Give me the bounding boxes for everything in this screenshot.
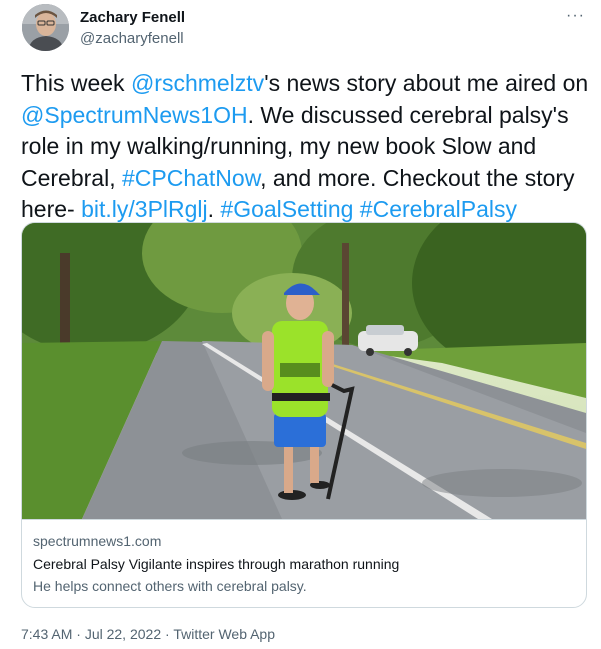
tweet-text-segment: This week bbox=[21, 70, 131, 96]
tweet-text-segment: . bbox=[207, 196, 221, 222]
tweet-source[interactable]: Twitter Web App bbox=[173, 626, 275, 642]
card-divider bbox=[22, 519, 586, 520]
tweet-text-segment: 's news story about me aired on bbox=[264, 70, 595, 96]
card-image[interactable] bbox=[22, 223, 586, 519]
meta-separator: · bbox=[72, 626, 85, 642]
card-description: He helps connect others with cerebral pa… bbox=[33, 578, 307, 594]
tweet-time[interactable]: 7:43 AM bbox=[21, 626, 72, 642]
avatar[interactable] bbox=[22, 4, 69, 51]
author-name[interactable]: Zachary Fenell bbox=[80, 9, 185, 27]
mention-link[interactable]: @rschmelztv bbox=[131, 70, 264, 96]
hashtag-link[interactable]: #GoalSetting bbox=[220, 196, 353, 222]
url-link[interactable]: bit.ly/3PlRglj bbox=[81, 196, 208, 222]
tweet-date[interactable]: Jul 22, 2022 bbox=[85, 626, 161, 642]
tweet-text: This week @rschmelztv's news story about… bbox=[21, 68, 591, 226]
hashtag-link[interactable]: #CPChatNow bbox=[122, 165, 260, 191]
card-title: Cerebral Palsy Vigilante inspires throug… bbox=[33, 556, 400, 572]
profile-photo-icon bbox=[22, 4, 69, 51]
ellipsis-icon[interactable]: ··· bbox=[566, 8, 585, 24]
card-domain: spectrumnews1.com bbox=[33, 533, 162, 549]
mention-link[interactable]: @SpectrumNews1OH bbox=[21, 102, 248, 128]
author-handle[interactable]: @zacharyfenell bbox=[80, 30, 184, 48]
hashtag-link[interactable]: #CerebralPalsy bbox=[360, 196, 517, 222]
card-photo bbox=[22, 223, 586, 519]
link-card[interactable]: spectrumnews1.com Cerebral Palsy Vigilan… bbox=[21, 222, 587, 608]
meta-separator: · bbox=[161, 626, 174, 642]
tweet-meta: 7:43 AM · Jul 22, 2022 · Twitter Web App bbox=[21, 625, 275, 643]
